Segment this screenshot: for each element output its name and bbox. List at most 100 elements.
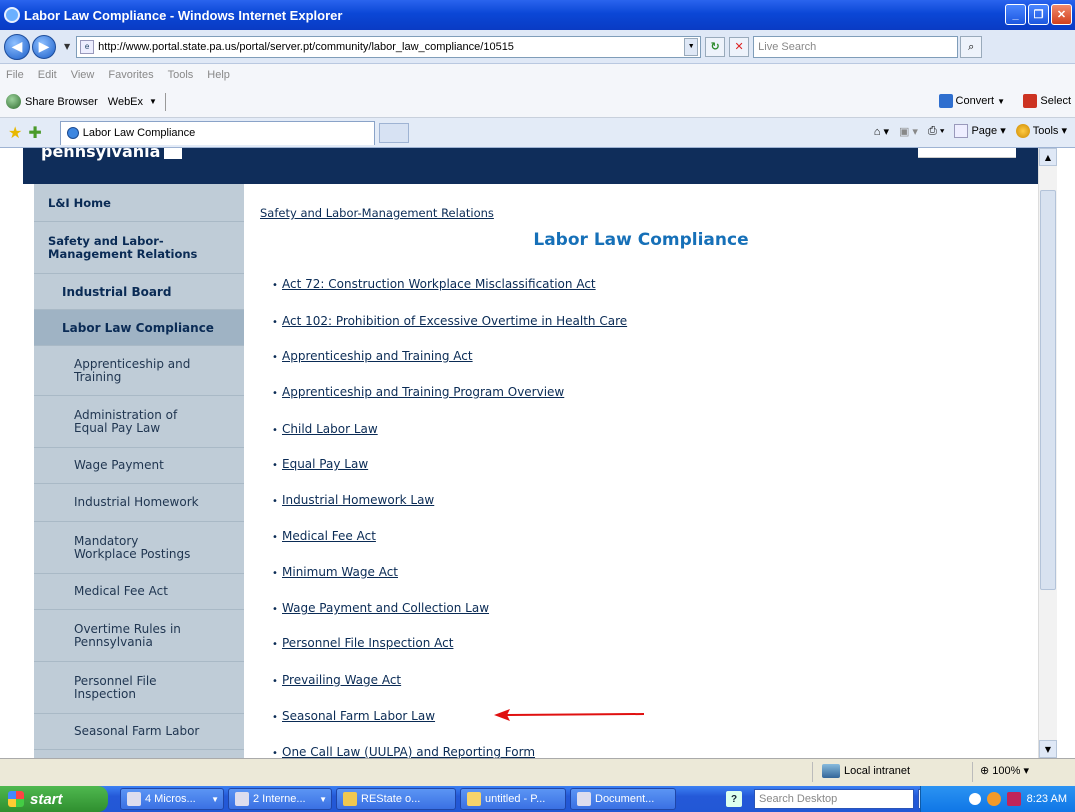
- tray-app-icon[interactable]: [986, 792, 1001, 806]
- taskbar-item-label: Document...: [595, 793, 655, 805]
- search-input[interactable]: Live Search: [753, 35, 959, 58]
- menu-favorites[interactable]: Favorites: [108, 69, 153, 81]
- scroll-thumb[interactable]: [1040, 190, 1056, 590]
- taskbar-item-label: REState o...: [361, 793, 421, 805]
- links-toolbar: Share Browser WebEx ▼ Convert ▼ Select: [0, 86, 1075, 118]
- feeds-icon[interactable]: ▣ ▾: [899, 125, 918, 138]
- forward-button[interactable]: ▶: [32, 34, 56, 59]
- minimize-button[interactable]: _: [1005, 4, 1026, 25]
- law-link[interactable]: One Call Law (UULPA) and Reporting Form: [282, 745, 535, 758]
- menu-help[interactable]: Help: [207, 69, 230, 81]
- select-button[interactable]: Select: [1023, 94, 1071, 108]
- add-favorites-icon[interactable]: ✚: [28, 123, 41, 142]
- law-link[interactable]: Medical Fee Act: [282, 529, 376, 543]
- list-item: • Apprenticeship and Training Program Ove…: [272, 385, 564, 399]
- stop-icon[interactable]: ✕: [729, 36, 750, 57]
- law-link[interactable]: Act 102: Prohibition of Excessive Overti…: [282, 314, 627, 328]
- breadcrumb[interactable]: Safety and Labor-Management Relations: [260, 206, 494, 220]
- status-divider: [972, 762, 973, 782]
- menu-tools[interactable]: Tools: [168, 69, 194, 81]
- law-link[interactable]: Apprenticeship and Training Program Over…: [282, 385, 564, 399]
- sidebar-item-label: Labor Law Compliance: [62, 320, 214, 335]
- site-banner: pennsylvania: [23, 148, 1038, 184]
- tray-shield-icon[interactable]: [1006, 792, 1021, 806]
- law-link-prevailing-wage[interactable]: Prevailing Wage Act: [282, 673, 401, 687]
- webex-dropdown-icon[interactable]: ▼: [149, 97, 157, 106]
- sidebar-item-apprenticeship[interactable]: Apprenticeship and Training: [34, 346, 244, 396]
- convert-button[interactable]: Convert ▼: [938, 94, 1005, 108]
- address-input[interactable]: e http://www.portal.state.pa.us/portal/s…: [76, 35, 702, 58]
- back-button[interactable]: ◀: [4, 33, 30, 60]
- taskbar-item-label: 2 Interne...: [253, 793, 306, 805]
- sidebar-item-medical-fee[interactable]: Medical Fee Act: [34, 574, 244, 610]
- history-dropdown-icon[interactable]: ▼: [64, 42, 70, 51]
- share-browser-button[interactable]: Share Browser: [25, 96, 98, 108]
- site-logo[interactable]: pennsylvania: [41, 148, 183, 161]
- tools-menu[interactable]: Tools ▾: [1015, 124, 1067, 139]
- banner-search-field[interactable]: [918, 148, 1016, 158]
- sidebar-item-personnel-file[interactable]: Personnel File Inspection: [34, 662, 244, 714]
- new-tab-button[interactable]: [378, 122, 409, 143]
- taskbar-item-restate[interactable]: REState o...: [336, 788, 456, 810]
- sidebar-item-seasonal-farm[interactable]: Seasonal Farm Labor: [34, 714, 244, 750]
- law-link[interactable]: Seasonal Farm Labor Law: [282, 709, 435, 723]
- tray-expand-icon[interactable]: [968, 793, 981, 805]
- webex-button[interactable]: WebEx: [108, 96, 143, 108]
- sidebar-item-label: Personnel File Inspection: [74, 673, 157, 701]
- restore-button[interactable]: ❐: [1028, 4, 1049, 25]
- sidebar-item-industrial-homework[interactable]: Industrial Homework: [34, 484, 244, 522]
- taskbar-item-outlook[interactable]: 4 Micros... ▼: [120, 788, 224, 810]
- desktop-search-input[interactable]: Search Desktop: [754, 789, 914, 809]
- sidebar-item-overtime-rules[interactable]: Overtime Rules in Pennsylvania: [34, 610, 244, 662]
- convert-icon: [938, 94, 953, 108]
- ie-logo-icon: [4, 7, 20, 23]
- menu-view[interactable]: View: [71, 69, 95, 81]
- search-icon[interactable]: ⌕: [960, 35, 983, 58]
- law-link[interactable]: Minimum Wage Act: [282, 565, 398, 579]
- print-icon[interactable]: ⎙ ▾: [928, 125, 944, 138]
- law-link[interactable]: Equal Pay Law: [282, 457, 368, 471]
- list-item: • Act 102: Prohibition of Excessive Overt…: [272, 314, 627, 328]
- clock[interactable]: 8:23 AM: [1027, 793, 1067, 805]
- toolbar-separator: [164, 92, 166, 111]
- start-button[interactable]: start: [0, 786, 108, 812]
- sidebar-item-equal-pay[interactable]: Administration of Equal Pay Law: [34, 396, 244, 448]
- paint-icon: [467, 792, 481, 806]
- sidebar-item-industrial-board[interactable]: Industrial Board: [34, 274, 244, 310]
- law-link[interactable]: Act 72: Construction Workplace Misclassi…: [282, 277, 596, 291]
- select-icon: [1023, 94, 1038, 108]
- menu-file[interactable]: File: [6, 69, 24, 81]
- search-placeholder: Live Search: [758, 40, 817, 53]
- scroll-up-icon[interactable]: ▲: [1039, 148, 1057, 166]
- sidebar-item-li-home[interactable]: L&I Home: [34, 184, 244, 222]
- law-link[interactable]: Wage Payment and Collection Law: [282, 601, 489, 615]
- scroll-down-icon[interactable]: ▼: [1039, 740, 1057, 758]
- favorites-star-icon[interactable]: ★: [8, 123, 22, 142]
- law-link[interactable]: Apprenticeship and Training Act: [282, 349, 473, 363]
- zoom-control[interactable]: ⊕ 100% ▾: [980, 764, 1029, 777]
- sidebar-item-label: Safety and Labor- Management Relations: [48, 233, 198, 261]
- list-item: • Equal Pay Law: [272, 457, 368, 471]
- taskbar-item-internet-explorer[interactable]: 2 Interne... ▼: [228, 788, 332, 810]
- status-bar: Local intranet ⊕ 100% ▾: [0, 758, 1075, 786]
- vertical-scrollbar[interactable]: ▲ ▼: [1038, 148, 1057, 758]
- sidebar-item-safety-labor[interactable]: Safety and Labor- Management Relations: [34, 222, 244, 274]
- taskbar-item-paint[interactable]: untitled - P...: [460, 788, 566, 810]
- sidebar-item-labor-law-compliance[interactable]: Labor Law Compliance: [34, 310, 244, 346]
- law-link[interactable]: Personnel File Inspection Act: [282, 636, 453, 650]
- page-menu[interactable]: Page ▾: [954, 124, 1006, 139]
- outlook-icon: [127, 792, 141, 806]
- refresh-icon[interactable]: ↻: [705, 36, 726, 57]
- home-icon[interactable]: ⌂ ▾: [874, 125, 889, 138]
- menu-edit[interactable]: Edit: [38, 69, 57, 81]
- list-item: • One Call Law (UULPA) and Reporting Form: [272, 745, 535, 758]
- law-link[interactable]: Child Labor Law: [282, 422, 378, 436]
- address-dropdown-icon[interactable]: ▼: [684, 37, 699, 56]
- help-icon[interactable]: ?: [726, 791, 742, 807]
- tab-labor-law-compliance[interactable]: Labor Law Compliance: [59, 120, 375, 145]
- sidebar-item-wage-payment[interactable]: Wage Payment: [34, 448, 244, 484]
- sidebar-item-workplace-postings[interactable]: Mandatory Workplace Postings: [34, 522, 244, 574]
- taskbar-item-document[interactable]: Document...: [570, 788, 676, 810]
- close-button[interactable]: ✕: [1051, 4, 1072, 25]
- law-link[interactable]: Industrial Homework Law: [282, 493, 434, 507]
